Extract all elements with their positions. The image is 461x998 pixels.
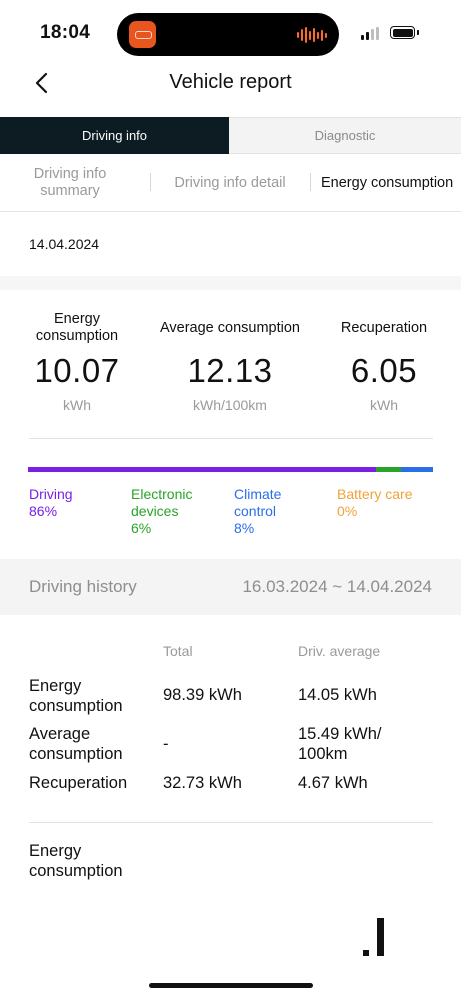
- divider: [29, 822, 433, 823]
- legend-electronic-devices: Electronic devices 6%: [131, 486, 226, 537]
- battery-tip: [417, 30, 419, 35]
- cell-average-energy: 14.05 kWh: [298, 686, 377, 704]
- stat-value-average: 12.13: [187, 352, 273, 389]
- audio-wave-icon: [297, 27, 327, 43]
- cell-total-average: -: [163, 735, 169, 753]
- cell-total-energy: 98.39 kWh: [163, 686, 242, 704]
- stat-label-average: Average consumption: [160, 319, 300, 336]
- stat-unit-energy: kWh: [63, 397, 91, 413]
- stat-label-energy: Energy consumption: [35, 311, 119, 344]
- row-label-average: Average consumption: [29, 725, 123, 763]
- report-date: 14.04.2024: [29, 236, 100, 252]
- subtab-divider: [310, 173, 311, 191]
- row-label-recuperation: Recuperation: [29, 774, 128, 792]
- page-title: Vehicle report: [169, 71, 292, 93]
- chart-title: Energy consumption: [29, 842, 123, 880]
- subtab-driving-info-summary[interactable]: Driving info summary: [20, 164, 120, 202]
- legend-percent: 8%: [234, 520, 255, 536]
- status-time: 18:04: [40, 22, 91, 43]
- legend-driving: Driving 86%: [29, 486, 124, 520]
- subtab-underline: [0, 211, 461, 212]
- app-activity-icon: [129, 21, 156, 48]
- tab-diagnostic[interactable]: Diagnostic: [229, 117, 461, 154]
- stat-value-recuperation: 6.05: [350, 352, 418, 389]
- driving-history-range[interactable]: 16.03.2024 ~ 14.04.2024: [242, 577, 432, 597]
- subtab-divider: [150, 173, 151, 191]
- chart-bar: [377, 918, 384, 956]
- stat-unit-recuperation: kWh: [370, 397, 398, 413]
- breakdown-segment-0: [28, 467, 377, 472]
- legend-climate-control: Climate control 8%: [234, 486, 314, 537]
- legend-label: Driving: [29, 486, 73, 502]
- subtab-driving-info-detail[interactable]: Driving info detail: [160, 164, 300, 202]
- legend-percent: 86%: [29, 503, 58, 519]
- legend-battery-care: Battery care 0%: [337, 486, 437, 520]
- column-header-average: Driv. average: [298, 643, 381, 659]
- cell-average-recuperation: 4.67 kWh: [298, 774, 368, 792]
- column-header-total: Total: [163, 643, 193, 659]
- stat-value-energy: 10.07: [34, 352, 120, 389]
- cellular-signal-icon: [361, 27, 379, 40]
- legend-percent: 0%: [337, 503, 358, 519]
- home-indicator[interactable]: [149, 983, 313, 988]
- subtab-energy-consumption[interactable]: Energy consumption: [316, 164, 461, 202]
- stat-unit-average: kWh/100km: [193, 397, 267, 413]
- row-label-energy: Energy consumption: [29, 677, 123, 715]
- legend-label: Battery care: [337, 486, 413, 502]
- dynamic-island: [117, 13, 339, 56]
- breakdown-segment-2: [400, 467, 433, 472]
- section-gap: [0, 276, 461, 290]
- battery-icon: [390, 26, 415, 39]
- stat-label-recuperation: Recuperation: [340, 319, 428, 336]
- legend-label: Electronic devices: [131, 486, 193, 519]
- legend-label: Climate control: [234, 486, 282, 519]
- cell-total-recuperation: 32.73 kWh: [163, 774, 242, 792]
- energy-breakdown-bar: [28, 467, 433, 472]
- cell-average-average: 15.49 kWh/ 100km: [298, 725, 382, 763]
- chart-point: [363, 950, 369, 956]
- tab-driving-info[interactable]: Driving info: [0, 117, 229, 154]
- driving-history-label: Driving history: [29, 577, 137, 596]
- breakdown-segment-1: [376, 467, 401, 472]
- legend-percent: 6%: [131, 520, 152, 536]
- divider: [29, 438, 433, 439]
